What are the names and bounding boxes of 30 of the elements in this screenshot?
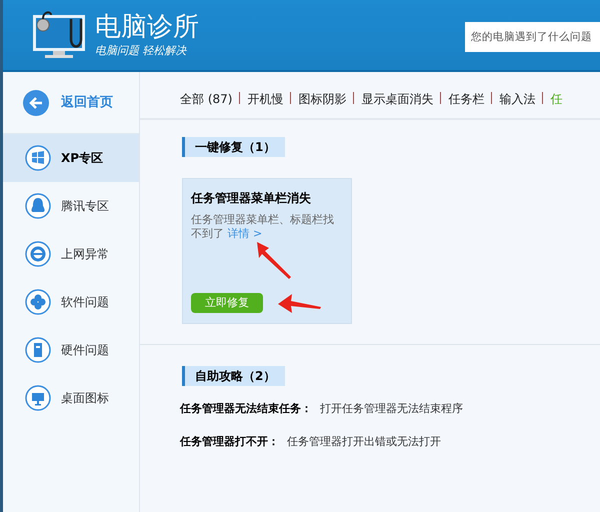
tower-icon [25, 337, 51, 363]
monitor-icon [25, 385, 51, 411]
guide-title[interactable]: 任务管理器无法结束任务： [180, 401, 312, 418]
app-title: 电脑诊所 [95, 10, 199, 43]
sidebar-item[interactable]: 腾讯专区 [3, 182, 139, 230]
category-tab[interactable]: 输入法 [499, 90, 536, 118]
card-description: 任务管理器菜单栏、标题栏找不到了 详情 > [191, 213, 335, 241]
browser-icon [25, 241, 51, 267]
category-tab[interactable]: 开机慢 [247, 90, 284, 118]
category-tab[interactable]: 显示桌面消失 [361, 90, 434, 118]
category-tab[interactable]: 图标阴影 [298, 90, 346, 118]
sidebar-item[interactable]: 软件问题 [3, 278, 139, 326]
search-field[interactable]: 您的电脑遇到了什么问题 [465, 22, 600, 52]
guide-description: 打开任务管理器无法结束程序 [320, 401, 463, 417]
card-title: 任务管理器菜单栏消失 [191, 190, 312, 207]
sidebar-item[interactable]: 桌面图标 [3, 374, 139, 422]
guide-description: 任务管理器打开出错或无法打开 [287, 434, 441, 450]
section-heading: 一键修复（1） [182, 137, 286, 157]
penguin-icon [25, 193, 51, 219]
arrow-annotation [276, 292, 322, 314]
clover-icon [25, 289, 51, 315]
sidebar-item[interactable]: 上网异常 [3, 230, 139, 278]
category-tab[interactable]: 任务栏 [448, 90, 484, 118]
app-slogan: 电脑问题 轻松解决 [95, 42, 188, 59]
section-heading: 自助攻略（2） [182, 366, 286, 386]
windows-icon [25, 145, 51, 171]
guide-title[interactable]: 任务管理器打不开： [180, 434, 279, 450]
sidebar-item[interactable]: 硬件问题 [3, 326, 139, 374]
category-tab[interactable]: 全部 (87) [180, 90, 232, 118]
sidebar-item[interactable]: XP专区 [3, 134, 139, 182]
